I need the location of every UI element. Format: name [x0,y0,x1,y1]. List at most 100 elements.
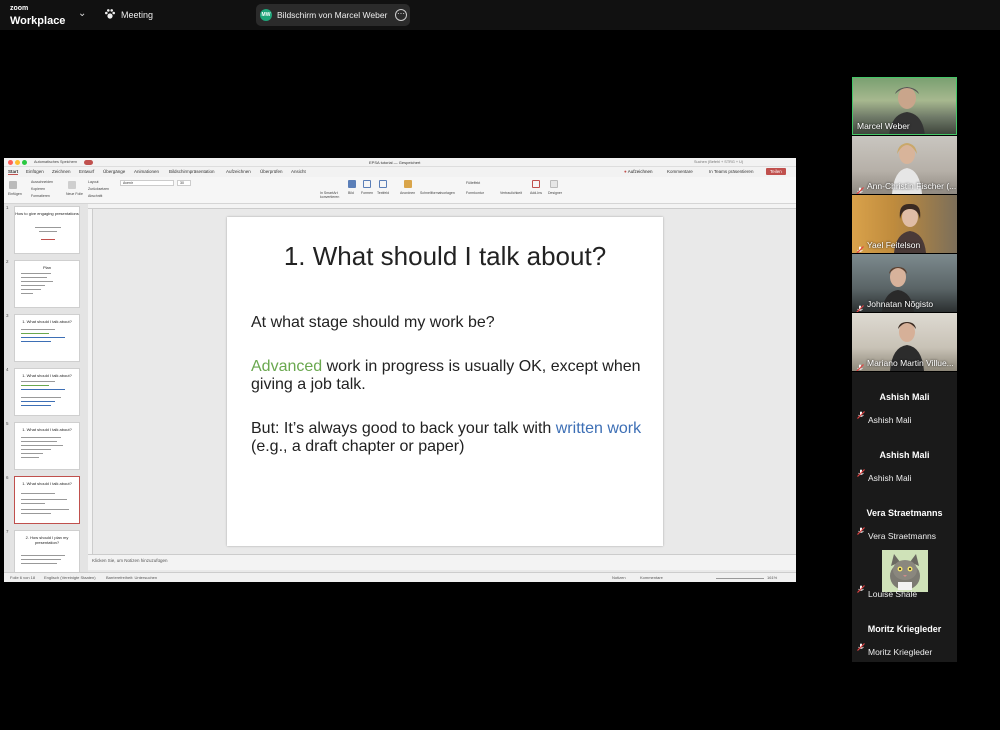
tab-slideshow[interactable]: Bildschirmpräsentation [169,169,215,174]
slide-thumbnail-selected[interactable]: 1. What should I talk about? [14,476,80,524]
participant-audio-tile[interactable]: Vera Straetmanns Vera Straetmanns [852,488,957,546]
tab-view[interactable]: Ansicht [291,169,306,174]
slide-thumbnail[interactable]: 1. What should I talk about? [14,368,80,416]
textbox-label[interactable]: Textfeld [377,191,389,195]
tab-draw[interactable]: Zeichnen [52,169,71,174]
notes-toggle[interactable]: Notizen [612,575,626,580]
slide-title[interactable]: 1. What should I talk about? [227,241,663,272]
slide-canvas[interactable]: 1. What should I talk about? At what sta… [227,217,663,546]
tab-start[interactable]: Start [8,169,19,175]
thumb-line [21,555,65,557]
tab-insert[interactable]: Einfügen [26,169,44,174]
notes-pane[interactable]: Klicken Sie, um Notizen hinzuzufügen [88,554,796,570]
muted-mic-icon [856,359,864,371]
paste-icon[interactable] [9,181,17,189]
slide-thumbnail[interactable]: How to give engaging presentations [14,206,80,254]
language-indicator[interactable]: Englisch (Vereinigte Staaten) [44,575,96,580]
tab-design[interactable]: Entwurf [79,169,94,174]
shapes-label[interactable]: Formen [361,191,373,195]
new-slide-label[interactable]: Neue Folie [66,192,83,196]
format-painter-button[interactable]: Formatieren [31,194,50,198]
ribbon: Einfügen Ausschneiden Kopieren Formatier… [4,177,796,204]
textbox-icon[interactable] [379,180,387,188]
reset-button[interactable]: Zurücksetzen [88,187,109,191]
designer-label[interactable]: Designer [548,191,562,195]
participant-gallery: Marcel Weber Ann-Christin Fischer (... Y… [852,77,957,662]
picture-label[interactable]: Bild [348,191,354,195]
slide-paragraph-3[interactable]: But: It’s always good to back your talk … [251,420,646,456]
thumb-line [21,503,45,505]
new-slide-icon[interactable] [68,181,76,189]
thumb-line [21,493,55,495]
autosave-toggle[interactable] [84,160,93,165]
accessibility-indicator[interactable]: Barrierefreiheit: Untersuchen [106,575,157,580]
section-button[interactable]: Abschnitt [88,194,102,198]
muted-mic-icon [857,638,865,656]
slide-paragraph-2[interactable]: Advanced work in progress is usually OK,… [251,358,646,394]
zoom-level[interactable]: 161% [767,575,777,580]
search-box[interactable]: Suchen (Befehl + STRG + U) [694,160,743,164]
participant-video-tile[interactable]: Ann-Christin Fischer (... [852,136,957,194]
sensitivity-button[interactable]: Vertraulichkeit [500,191,522,195]
participant-video-tile[interactable]: Johnatan Nõgisto [852,254,957,312]
autosave-label: Automatisches Speichern [34,160,78,164]
thumb-line [21,441,57,443]
thumb-line [21,277,47,279]
tab-transitions[interactable]: Übergänge [103,169,125,174]
add-ins-icon[interactable] [532,180,540,188]
add-ins-label[interactable]: Add-Ins [530,191,542,195]
participant-audio-tile[interactable]: Moritz Kriegleder Moritz Kriegleder [852,604,957,662]
slide-thumbnail[interactable]: 2. How should I plan my presentation? [14,530,80,574]
paste-label[interactable]: Einfügen [8,192,22,196]
thumb-line [21,333,49,335]
slide-thumbnail[interactable]: 1. What should I talk about? [14,314,80,362]
participant-name: Yael Feitelson [867,240,921,250]
shapes-icon[interactable] [363,180,371,188]
fill-button[interactable]: Fülleffekt [466,181,480,185]
picture-icon[interactable] [348,180,356,188]
tab-record[interactable]: Aufzeichnen [226,169,251,174]
smartart-button[interactable]: In SmartArt konvertieren [320,191,340,199]
participant-video-tile[interactable]: Yael Feitelson [852,195,957,253]
record-label: Aufzeichnen [627,169,653,174]
meeting-label[interactable]: Meeting [121,10,153,20]
participant-audio-tile[interactable]: Louise Shale [852,546,957,604]
thumb-line [21,449,51,451]
zoom-logo: zoom Workplace [10,4,65,27]
participant-audio-tile[interactable]: Ashish Mali Ashish Mali [852,372,957,430]
slide-thumbnail[interactable]: 1. What should I talk about? [14,422,80,470]
screen-share-indicator[interactable]: MW Bildschirm von Marcel Weber ⋯ [256,4,410,26]
meeting-paw-icon[interactable] [104,8,116,20]
close-window-icon[interactable] [8,160,13,165]
maximize-window-icon[interactable] [22,160,27,165]
cut-button[interactable]: Ausschneiden [31,180,53,184]
quick-styles-label[interactable]: Schnellformatvorlagen [420,191,455,195]
designer-icon[interactable] [550,180,558,188]
notes-placeholder[interactable]: Klicken Sie, um Notizen hinzuzufügen [92,558,168,563]
copy-button[interactable]: Kopieren [31,187,45,191]
layout-button[interactable]: Layout [88,180,99,184]
arrange-icon[interactable] [404,180,412,188]
comments-toggle[interactable]: Kommentare [640,575,663,580]
font-size-select[interactable]: 30 [177,180,191,186]
comments-button[interactable]: Kommentare [667,169,693,174]
thumb-line [21,341,51,343]
participant-video-tile[interactable]: Mariano Martin Villue... [852,313,957,371]
participant-name: Ann-Christin Fischer (... [867,181,957,191]
slide-thumbnail[interactable]: Plan [14,260,80,308]
font-select[interactable]: Avenir [120,180,174,186]
slide-paragraph-1[interactable]: At what stage should my work be? [251,314,646,332]
zoom-slider[interactable] [716,577,764,579]
tab-animations[interactable]: Animationen [134,169,159,174]
record-button[interactable]: ● Aufzeichnen [624,169,653,174]
tab-review[interactable]: Überprüfen [260,169,283,174]
share-button[interactable]: Teilen [766,168,786,175]
participant-audio-tile[interactable]: Ashish Mali Ashish Mali [852,430,957,488]
more-options-icon[interactable]: ⋯ [395,9,407,21]
participant-video-tile[interactable]: Marcel Weber [852,77,957,135]
minimize-window-icon[interactable] [15,160,20,165]
arrange-label[interactable]: Anordnen [400,191,415,195]
teams-present-button[interactable]: In Teams präsentieren [709,169,753,174]
outline-button[interactable]: Formkontur [466,191,484,195]
chevron-down-icon[interactable]: ⌄ [78,8,86,19]
